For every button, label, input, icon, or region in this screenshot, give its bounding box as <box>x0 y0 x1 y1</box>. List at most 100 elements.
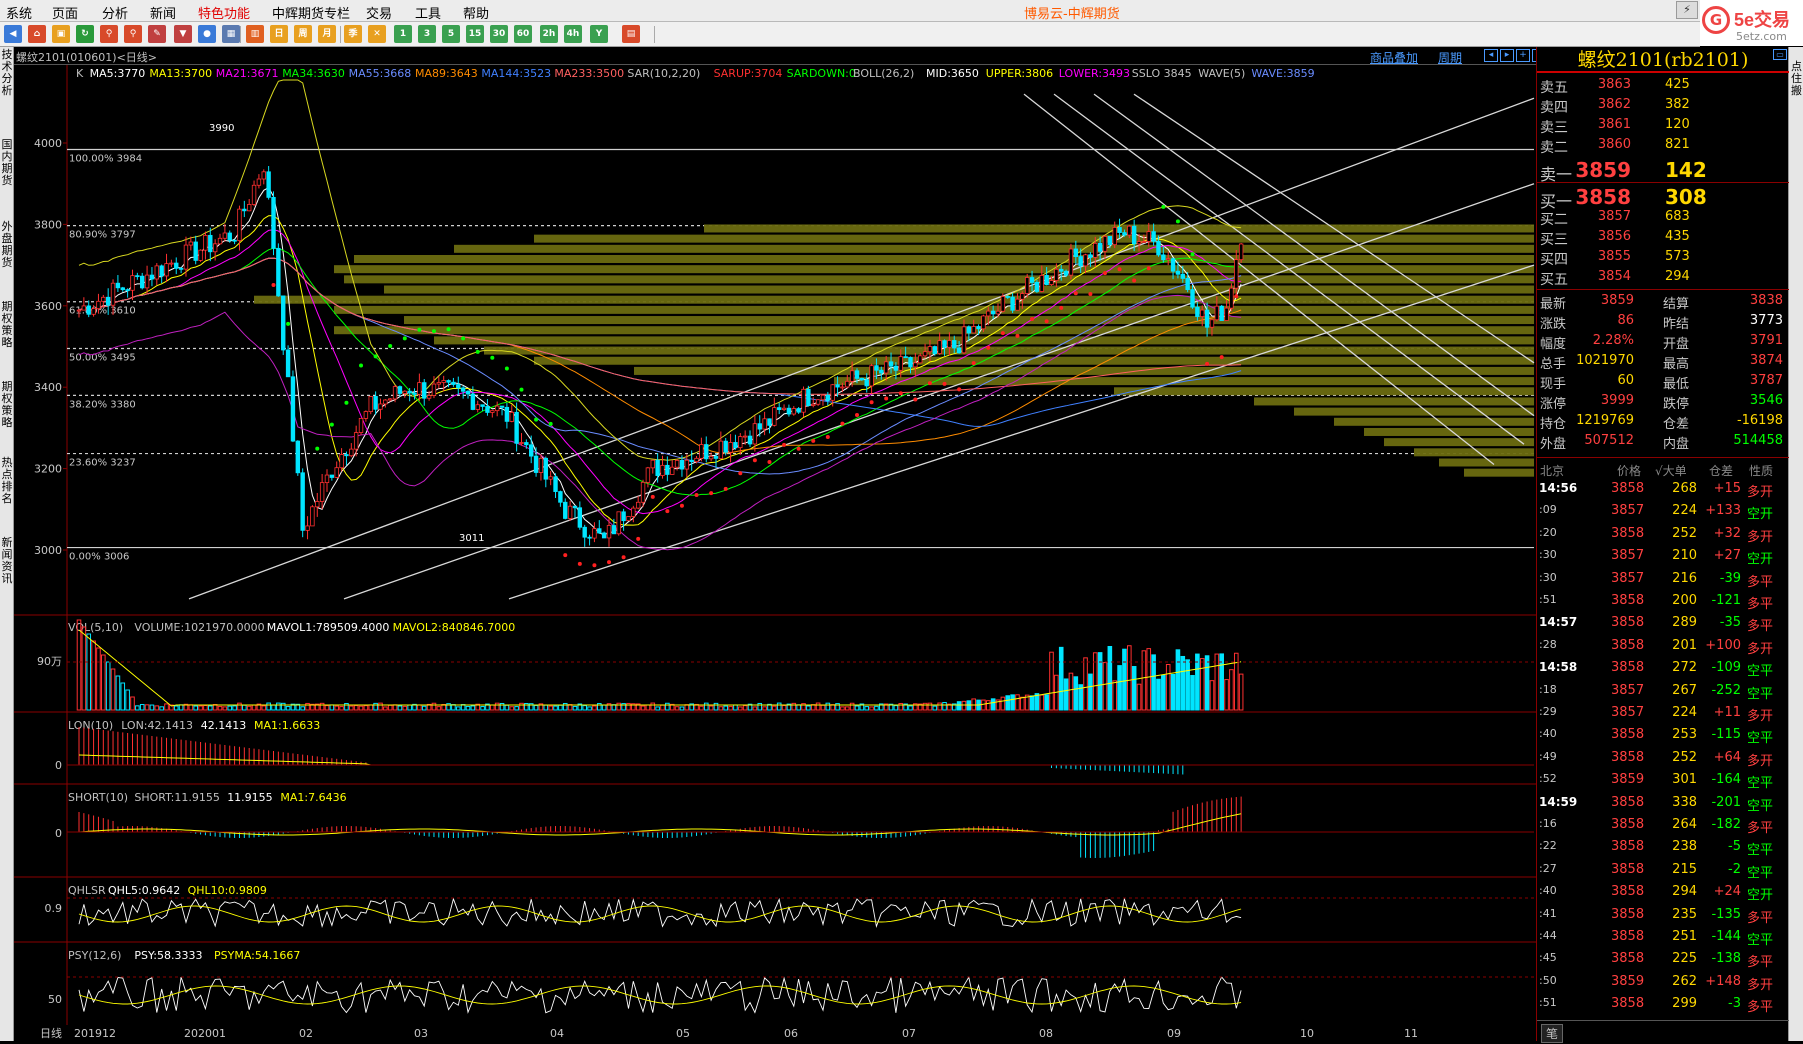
ask-level-0[interactable]: 卖五 3863 425 <box>1537 75 1789 96</box>
pen-icon[interactable]: ✎ <box>148 25 166 43</box>
tick-row[interactable]: :09 3857 224 +133 空开 <box>1537 501 1789 522</box>
ask-level-1[interactable]: 卖四 3862 382 <box>1537 95 1789 116</box>
m5-icon[interactable]: 5 <box>442 25 460 43</box>
chart-icon[interactable]: ▥ <box>246 25 264 43</box>
tick-row[interactable]: :27 3858 215 -2 空平 <box>1537 860 1789 881</box>
candle-body <box>412 392 417 395</box>
bid-level-3[interactable]: 买四 3855 573 <box>1537 247 1789 268</box>
tick-row[interactable]: :28 3858 201 +100 多开 <box>1537 636 1789 657</box>
back-icon[interactable]: ◀ <box>4 25 22 43</box>
m60-icon[interactable]: 60 <box>514 25 532 43</box>
tick-row[interactable]: :49 3858 252 +64 多开 <box>1537 748 1789 769</box>
folder-icon[interactable]: ▣ <box>52 25 70 43</box>
zoom-icon[interactable]: ⚲ <box>124 25 142 43</box>
tick-row[interactable]: :29 3857 224 +11 多开 <box>1537 703 1789 724</box>
tick-row[interactable]: :51 3858 200 -121 多平 <box>1537 591 1789 612</box>
tick-row[interactable]: :18 3857 267 -252 空平 <box>1537 681 1789 702</box>
year-icon[interactable]: Y <box>590 25 608 43</box>
chart-area[interactable]: K MA5:3770 MA13:3700 MA21:3671 MA34:3630 MA55… <box>14 65 1536 1044</box>
left-tab-6[interactable]: 新闻资讯 <box>0 537 14 585</box>
candle-body <box>913 362 918 368</box>
tick-row[interactable]: 14:56 3858 268 +15 多开 <box>1537 479 1789 500</box>
left-tab-3[interactable]: 期权策略 <box>0 301 14 349</box>
m30-icon[interactable]: 30 <box>490 25 508 43</box>
calendar-icon[interactable]: ▤ <box>622 25 640 43</box>
ask-level-3[interactable]: 卖二 3860 821 <box>1537 135 1789 156</box>
season-icon[interactable]: 季 <box>344 25 362 43</box>
tick-row[interactable]: :40 3858 253 -115 空平 <box>1537 725 1789 746</box>
sar-dot <box>942 381 947 386</box>
overlay-commodity-link[interactable]: 商品叠加 <box>1370 49 1418 66</box>
menu-tools[interactable]: 工具 <box>415 3 441 22</box>
menu-features[interactable]: 特色功能 <box>198 3 250 22</box>
menu-help[interactable]: 帮助 <box>463 3 489 22</box>
panel-menu-icon[interactable]: ▭ <box>1773 49 1787 60</box>
menu-zhonghui-column[interactable]: 中辉期货专栏 <box>272 3 350 22</box>
tick-row[interactable]: :44 3858 251 -144 空平 <box>1537 927 1789 948</box>
bid-level-0[interactable]: 买一 3858 308 <box>1537 184 1789 211</box>
tab-trades[interactable]: 笔 <box>1541 1024 1564 1043</box>
tick-volume: 224 <box>1672 705 1697 720</box>
scroll-left-icon[interactable]: ◂ <box>1484 49 1498 62</box>
bid-level-4[interactable]: 买五 3854 294 <box>1537 267 1789 288</box>
stat-value: 514458 <box>1733 433 1783 448</box>
home-icon[interactable]: ⌂ <box>28 25 46 43</box>
tick-row[interactable]: :50 3859 262 +148 多开 <box>1537 972 1789 993</box>
month-icon[interactable]: 月 <box>318 25 336 43</box>
refresh-icon[interactable]: ↻ <box>76 25 94 43</box>
qhl10-line <box>78 905 1242 923</box>
m3-icon[interactable]: 3 <box>418 25 436 43</box>
tick-row[interactable]: :52 3859 301 -164 空平 <box>1537 770 1789 791</box>
tick-row[interactable]: 14:59 3858 338 -201 空平 <box>1537 793 1789 814</box>
tick-row[interactable]: :30 3857 210 +27 空开 <box>1537 546 1789 567</box>
left-tab-5[interactable]: 热点排名 <box>0 457 14 505</box>
tick-row[interactable]: :22 3858 238 -5 空平 <box>1537 837 1789 858</box>
week-icon[interactable]: 周 <box>294 25 312 43</box>
tick-row[interactable]: :16 3858 264 -182 多平 <box>1537 815 1789 836</box>
tick-row[interactable]: :30 3857 216 -39 多平 <box>1537 569 1789 590</box>
menu-news[interactable]: 新闻 <box>150 3 176 22</box>
tick-row[interactable]: :51 3858 299 -3 多平 <box>1537 994 1789 1015</box>
menu-analysis[interactable]: 分析 <box>102 3 128 22</box>
tick-row[interactable]: :41 3858 235 -135 多平 <box>1537 905 1789 926</box>
zoom-in-icon[interactable]: + <box>1516 49 1530 62</box>
menu-system[interactable]: 系统 <box>6 3 32 22</box>
ask-level-2[interactable]: 卖三 3861 120 <box>1537 115 1789 136</box>
x-icon[interactable]: ✕ <box>368 25 386 43</box>
psy-legend-1: PSY:58.3333 <box>134 949 202 962</box>
filter-icon[interactable]: ▼ <box>174 25 192 43</box>
h4-icon[interactable]: 4h <box>564 25 582 43</box>
left-tab-2[interactable]: 外盘期货 <box>0 221 14 269</box>
period-link[interactable]: 周期 <box>1438 49 1462 66</box>
menu-trade[interactable]: 交易 <box>366 3 392 22</box>
menu-page[interactable]: 页面 <box>52 3 78 22</box>
grid-icon[interactable]: ▦ <box>222 25 240 43</box>
tick-row[interactable]: 14:57 3858 289 -35 多平 <box>1537 613 1789 634</box>
search-icon[interactable]: ⚲ <box>100 25 118 43</box>
bid-level-1[interactable]: 买二 3857 683 <box>1537 207 1789 228</box>
sar-dot <box>1190 252 1195 257</box>
tick-volume: 216 <box>1672 570 1697 586</box>
minimize-icon[interactable]: ⚡ <box>1676 1 1698 19</box>
scroll-right-icon[interactable]: ▸ <box>1500 49 1514 62</box>
m1-icon[interactable]: 1 <box>394 25 412 43</box>
ticks-col-header: 仓差 <box>1709 464 1734 478</box>
dot-icon[interactable]: ● <box>198 25 216 43</box>
left-tab-1[interactable]: 国内期货 <box>0 139 14 187</box>
candle-body <box>334 467 339 478</box>
volume-bar <box>455 706 461 711</box>
tick-row[interactable]: :45 3858 225 -138 多平 <box>1537 949 1789 970</box>
kline-chart-svg[interactable]: K MA5:3770 MA13:3700 MA21:3671 MA34:3630 MA55… <box>14 65 1536 1041</box>
tick-row[interactable]: 14:58 3858 272 -109 空平 <box>1537 658 1789 679</box>
day-icon[interactable]: 日 <box>270 25 288 43</box>
right-tab[interactable]: 点住搬 <box>1790 61 1803 97</box>
left-tab-4[interactable]: 期权策略 <box>0 381 14 429</box>
ask-level-4[interactable]: 卖一 3859 142 <box>1537 157 1789 184</box>
left-tab-0[interactable]: 技术分析 <box>0 49 14 97</box>
tick-row[interactable]: :20 3858 252 +32 多开 <box>1537 524 1789 545</box>
h2-icon[interactable]: 2h <box>540 25 558 43</box>
m15-icon[interactable]: 15 <box>466 25 484 43</box>
tick-row[interactable]: :40 3858 294 +24 空开 <box>1537 882 1789 903</box>
level-price: 3858 <box>1575 185 1631 209</box>
bid-level-2[interactable]: 买三 3856 435 <box>1537 227 1789 248</box>
